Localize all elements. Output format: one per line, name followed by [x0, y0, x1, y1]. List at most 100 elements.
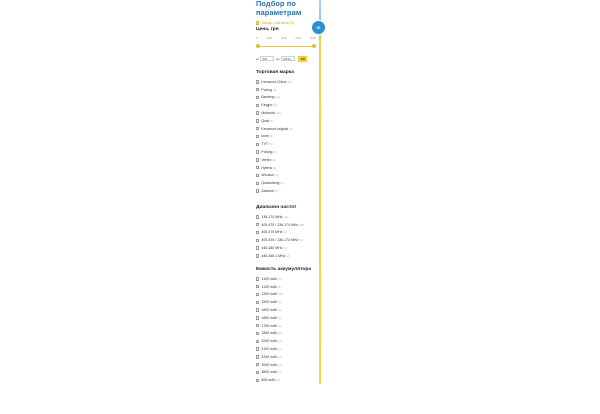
filter-option[interactable]: 400-470 / 136-174 MHz (24) [256, 221, 319, 229]
filter-option[interactable]: Icom (1) [256, 133, 319, 141]
filter-option-label: Vertex [261, 157, 272, 162]
filter-option-checkbox[interactable] [256, 223, 260, 227]
filter-option-checkbox[interactable] [256, 277, 260, 281]
battery-section-title: Емкость аккумулятора [256, 267, 312, 272]
filter-option-count: (21) [287, 79, 293, 84]
price-from-input[interactable]: 509 [260, 56, 275, 61]
filter-option[interactable]: 2000 mAh (3) [256, 337, 319, 345]
filter-option-label: 1800 mAh [261, 331, 278, 336]
filter-option[interactable]: Motorola (10) [256, 109, 319, 117]
filter-option[interactable]: 400-470 MHz (4) [256, 229, 319, 237]
filter-option-checkbox[interactable] [256, 362, 260, 367]
filter-option[interactable]: Kenwood original (3) [256, 125, 319, 133]
filter-option-checkbox[interactable] [256, 347, 260, 351]
filter-option-label: 400-470 / 136-174 MHz [261, 222, 299, 227]
filter-option[interactable]: Pofung (2) [256, 148, 319, 156]
price-slider-max-handle[interactable] [312, 44, 316, 48]
filter-option[interactable]: 800 mAh (1) [256, 376, 319, 384]
filter-option[interactable]: Kenwood China (21) [256, 78, 319, 86]
filter-option[interactable]: Vertex (2) [256, 156, 319, 164]
filter-option-count: (1) [269, 142, 273, 147]
filter-option[interactable]: 1100 mAh (3) [256, 275, 319, 283]
price-slider[interactable] [256, 44, 316, 50]
brand-list: Kenwood China (21) Puxing (6) Baofeng (11) Kin… [256, 78, 319, 195]
filter-option[interactable]: Quansheng (2) [256, 179, 319, 187]
price-slider-track [257, 46, 315, 48]
filter-option-label: Icom [261, 134, 269, 139]
filter-option[interactable]: 1500 mAh (3) [256, 298, 319, 306]
filter-option-checkbox[interactable] [256, 158, 260, 162]
filter-option-checkbox[interactable] [256, 142, 260, 146]
filter-option[interactable]: 1700 mAh (2) [256, 322, 319, 330]
filter-option-checkbox[interactable] [256, 355, 260, 359]
filter-option[interactable]: 1200 mAh (11) [256, 291, 319, 299]
filter-option-checkbox[interactable] [256, 165, 260, 170]
price-to-input[interactable]: 18619 [280, 56, 295, 61]
filter-option-count: (3) [289, 126, 293, 131]
filter-option-checkbox[interactable] [256, 331, 260, 336]
filter-option[interactable]: 1650 mAh (3) [256, 314, 319, 322]
filter-option[interactable]: 3600 mAh (1) [256, 369, 319, 377]
filter-option-checkbox[interactable] [256, 339, 260, 343]
filter-option-checkbox[interactable] [256, 95, 260, 100]
filter-option[interactable]: 3000 mAh (3) [256, 361, 319, 369]
filter-option[interactable]: TYT (1) [256, 140, 319, 148]
filter-option-label: 3600 mAh [261, 370, 278, 375]
filter-option[interactable]: Wouxun (1) [256, 172, 319, 180]
filter-option[interactable]: 2200 mAh (2) [256, 353, 319, 361]
filter-option-count: (2) [273, 150, 277, 155]
filter-option[interactable]: 440-480 MHz (1) [256, 244, 319, 252]
filter-option-checkbox[interactable] [256, 230, 260, 235]
filter-option-checkbox[interactable] [256, 378, 260, 382]
filter-option[interactable]: 2100 mAh (1) [256, 345, 319, 353]
filter-option-checkbox[interactable] [256, 119, 260, 123]
filter-option-checkbox[interactable] [256, 370, 260, 375]
filter-option-checkbox[interactable] [256, 80, 260, 84]
only-good-checkbox[interactable] [256, 21, 260, 25]
filter-option[interactable]: Kingpo (4) [256, 101, 319, 109]
filter-option-checkbox[interactable] [256, 308, 260, 312]
filter-option-checkbox[interactable] [256, 111, 260, 115]
filter-option-checkbox[interactable] [256, 150, 260, 154]
filter-option-checkbox[interactable] [256, 126, 260, 131]
filter-option-checkbox[interactable] [256, 189, 260, 193]
filter-count-badge[interactable]: 00 [312, 21, 325, 34]
filter-option-checkbox[interactable] [256, 292, 260, 297]
filter-option[interactable]: 400-520 / 136-174 MHz (2) [256, 236, 319, 244]
filter-option-checkbox[interactable] [256, 316, 260, 320]
filter-option[interactable]: 1800 mAh (6) [256, 330, 319, 338]
price-ok-button[interactable]: OK [298, 55, 308, 62]
filter-option[interactable]: 136-174 MHz (11) [256, 213, 319, 221]
filter-option-checkbox[interactable] [256, 134, 260, 139]
filter-option-checkbox[interactable] [256, 103, 260, 107]
price-tick: 5000 [295, 37, 302, 40]
filter-option[interactable]: Puxing (6) [256, 86, 319, 94]
filter-option-count: (1) [278, 347, 282, 352]
filter-option-checkbox[interactable] [256, 88, 260, 92]
filter-option-checkbox[interactable] [256, 173, 260, 178]
filter-option-count: (6) [273, 87, 277, 92]
price-slider-min-handle[interactable] [256, 44, 260, 48]
filter-option-label: 1650 mAh [261, 315, 278, 320]
filter-option-checkbox[interactable] [256, 181, 260, 185]
only-good-price-filter[interactable]: Только Gold цена (4) [256, 20, 316, 26]
price-tick: 3000 [280, 37, 287, 40]
filter-option[interactable]: 1130 mAh (1) [256, 283, 319, 291]
filter-option[interactable]: Hytera (2) [256, 164, 319, 172]
filter-option[interactable]: Baofeng (11) [256, 94, 319, 102]
filter-option-checkbox[interactable] [256, 285, 260, 289]
filter-option-label: 2200 mAh [261, 354, 278, 359]
filter-option[interactable]: Zastone (1) [256, 187, 319, 195]
filter-option-checkbox[interactable] [256, 238, 260, 242]
filter-option-checkbox[interactable] [256, 323, 260, 328]
filter-option[interactable]: Quat (1) [256, 117, 319, 125]
filter-option[interactable]: 446-446.1 MHz (2) [256, 252, 319, 260]
filter-option-checkbox[interactable] [256, 246, 260, 250]
filter-title: Подбор по параметрам [256, 0, 302, 17]
filter-option-checkbox[interactable] [256, 300, 260, 304]
filter-option[interactable]: 1600 mAh (2) [256, 306, 319, 314]
filter-option-count: (3) [278, 362, 282, 367]
filter-option-checkbox[interactable] [256, 254, 260, 258]
filter-option-checkbox[interactable] [256, 215, 260, 219]
filter-option-label: Zastone [261, 189, 275, 194]
